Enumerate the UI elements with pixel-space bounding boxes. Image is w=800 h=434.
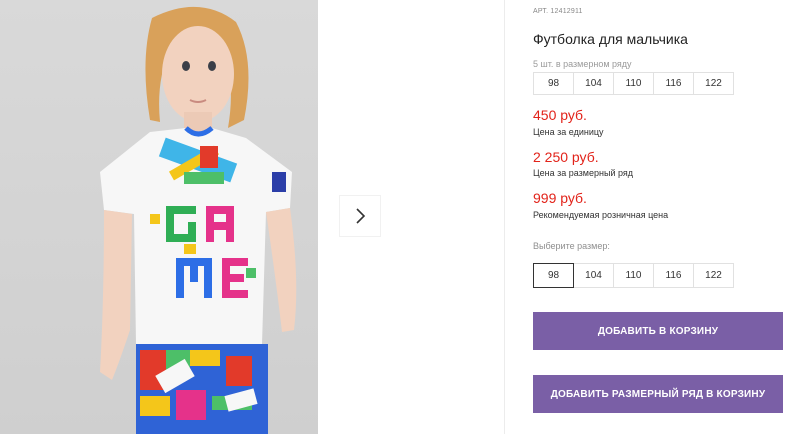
size-option-98[interactable]: 98 [533, 263, 574, 288]
article-number: АРТ. 12412911 [533, 8, 583, 15]
size-selector: 98 104 110 116 122 [533, 263, 734, 288]
size-option-122[interactable]: 122 [693, 263, 734, 288]
size-option-110[interactable]: 110 [613, 263, 654, 288]
retail-price: 999 руб. [533, 190, 587, 206]
size-select-label: Выберите размер: [533, 241, 610, 251]
gallery-next-button[interactable] [340, 196, 380, 236]
pack-size-note: 5 шт. в размерном ряду [533, 59, 632, 69]
pack-size-cell: 116 [653, 72, 694, 95]
panel-divider [504, 0, 505, 434]
product-photo [100, 6, 297, 434]
add-size-row-to-cart-button[interactable]: ДОБАВИТЬ РАЗМЕРНЫЙ РЯД В КОРЗИНУ [533, 375, 783, 413]
size-option-104[interactable]: 104 [573, 263, 614, 288]
row-price-label: Цена за размерный ряд [533, 168, 634, 178]
pack-size-row: 98 104 110 116 122 [533, 72, 734, 95]
unit-price: 450 руб. [533, 107, 587, 123]
product-image [0, 0, 318, 434]
pack-size-cell: 104 [573, 72, 614, 95]
pack-size-cell: 98 [533, 72, 574, 95]
add-to-cart-button[interactable]: ДОБАВИТЬ В КОРЗИНУ [533, 312, 783, 350]
product-info-panel: АРТ. 12412911 Футболка для мальчика 5 шт… [533, 0, 793, 434]
row-price: 2 250 руб. [533, 149, 599, 165]
product-title: Футболка для мальчика [533, 31, 688, 47]
pack-size-cell: 110 [613, 72, 654, 95]
retail-price-label: Рекомендуемая розничная цена [533, 210, 669, 220]
chevron-right-icon [356, 208, 366, 224]
size-option-116[interactable]: 116 [653, 263, 694, 288]
pack-size-cell: 122 [693, 72, 734, 95]
unit-price-label: Цена за единицу [533, 127, 604, 137]
product-page: АРТ. 12412911 Футболка для мальчика 5 шт… [0, 0, 800, 434]
